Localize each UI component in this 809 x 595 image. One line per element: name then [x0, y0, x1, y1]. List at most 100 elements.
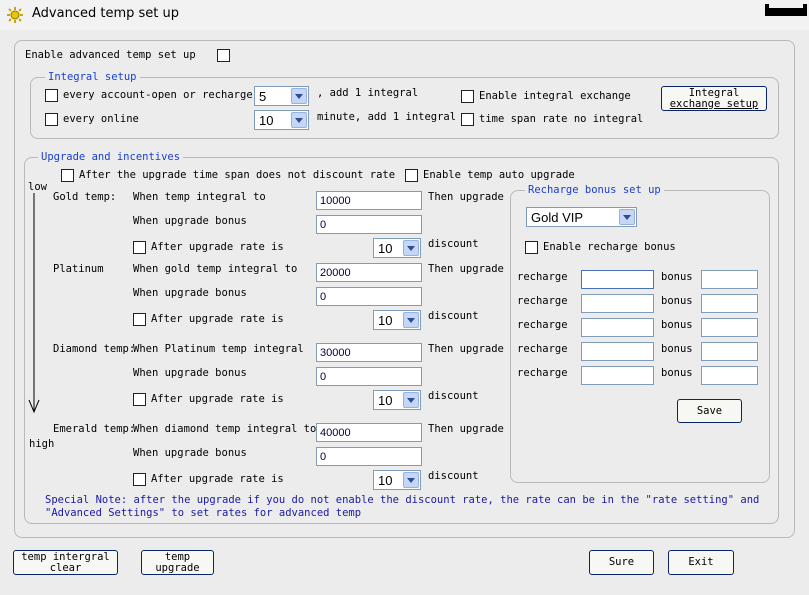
recharge-label: recharge [517, 295, 568, 307]
exchange-setup-button[interactable]: Integral exchange setup [661, 86, 767, 111]
temp-upgrade-label-2: upgrade [155, 561, 200, 574]
bonus-label: bonus [661, 271, 693, 283]
gold-bonus-label: When upgrade bonus [133, 215, 247, 227]
chevron-down-icon [619, 209, 635, 225]
chevron-down-icon [403, 472, 419, 488]
enable-advanced-label: Enable advanced temp set up [25, 49, 196, 61]
chevron-down-icon [291, 88, 307, 104]
bonus-label: bonus [661, 319, 693, 331]
diamond-condition: When Platinum temp integral [133, 343, 304, 355]
online-label: every online [63, 113, 139, 125]
exit-label: Exit [688, 556, 714, 568]
emerald-rate-value: 10 [378, 473, 393, 488]
emerald-rate-label: After upgrade rate is [151, 473, 284, 485]
emerald-discount-label: discount [428, 470, 479, 482]
gold-rate-select[interactable]: 10 [373, 238, 421, 258]
account-open-suffix: , add 1 integral [317, 87, 419, 99]
bonus-amount-input[interactable] [701, 294, 758, 313]
recharge-label: recharge [517, 367, 568, 379]
platinum-integral-input[interactable]: 20000 [316, 263, 422, 282]
chevron-down-icon [291, 112, 307, 128]
diamond-bonus-label: When upgrade bonus [133, 367, 247, 379]
account-open-label: every account-open or recharge [63, 89, 253, 101]
platinum-bonus-input[interactable]: 0 [316, 287, 422, 306]
gold-tier-name: Gold temp: [53, 191, 117, 203]
recharge-amount-input[interactable] [581, 294, 654, 313]
recharge-label: recharge [517, 343, 568, 355]
diamond-rate-value: 10 [378, 393, 393, 408]
bonus-label: bonus [661, 367, 693, 379]
bonus-label: bonus [661, 295, 693, 307]
bonus-amount-input[interactable] [701, 270, 758, 289]
diamond-rate-checkbox[interactable] [133, 393, 146, 406]
recharge-amount-input[interactable] [581, 318, 654, 337]
enable-recharge-checkbox[interactable] [525, 241, 538, 254]
no-integral-label: time span rate no integral [479, 113, 644, 125]
emerald-condition: When diamond temp integral to [133, 423, 317, 435]
gold-integral-input[interactable]: 10000 [316, 191, 422, 210]
platinum-rate-label: After upgrade rate is [151, 313, 284, 325]
platinum-rate-checkbox[interactable] [133, 313, 146, 326]
enable-advanced-checkbox[interactable] [217, 49, 230, 62]
recharge-amount-input[interactable] [581, 342, 654, 361]
sure-button[interactable]: Sure [589, 550, 654, 575]
temp-upgrade-label-1: temp [164, 550, 191, 563]
diamond-rate-label: After upgrade rate is [151, 393, 284, 405]
bonus-amount-input[interactable] [701, 318, 758, 337]
exchange-setup-label-2: exchange setup [669, 97, 759, 110]
diamond-bonus-input[interactable]: 0 [316, 367, 422, 386]
online-suffix: minute, add 1 integral [317, 111, 457, 123]
platinum-condition: When gold temp integral to [133, 263, 298, 275]
emerald-rate-select[interactable]: 10 [373, 470, 421, 490]
recharge-amount-input[interactable] [581, 270, 654, 289]
gold-bonus-input[interactable]: 0 [316, 215, 422, 234]
integral-setup-legend: Integral setup [45, 71, 140, 83]
emerald-integral-input[interactable]: 40000 [316, 423, 422, 442]
recharge-label: recharge [517, 271, 568, 283]
gold-rate-label: After upgrade rate is [151, 241, 284, 253]
enable-recharge-label: Enable recharge bonus [543, 241, 676, 253]
emerald-then-label: Then upgrade [428, 423, 504, 435]
emerald-tier-name: Emerald temp: [53, 423, 136, 435]
platinum-then-label: Then upgrade [428, 263, 504, 275]
diamond-rate-select[interactable]: 10 [373, 390, 421, 410]
gold-then-label: Then upgrade [428, 191, 504, 203]
bonus-amount-input[interactable] [701, 342, 758, 361]
auto-upgrade-checkbox[interactable] [405, 169, 418, 182]
emerald-bonus-input[interactable]: 0 [316, 447, 422, 466]
bonus-label: bonus [661, 343, 693, 355]
vip-level-value: Gold VIP [531, 210, 584, 225]
bonus-amount-input[interactable] [701, 366, 758, 385]
save-button[interactable]: Save [677, 399, 742, 423]
account-open-value: 5 [259, 89, 267, 104]
clear-integral-label-2: clear [49, 561, 82, 574]
high-label: high [29, 438, 55, 450]
no-discount-checkbox[interactable] [61, 169, 74, 182]
diamond-then-label: Then upgrade [428, 343, 504, 355]
gold-rate-checkbox[interactable] [133, 241, 146, 254]
online-select[interactable]: 10 [254, 110, 309, 130]
arrow-down-icon [28, 193, 40, 414]
chevron-down-icon [403, 312, 419, 328]
vip-level-select[interactable]: Gold VIP [526, 207, 637, 227]
platinum-rate-select[interactable]: 10 [373, 310, 421, 330]
diamond-integral-input[interactable]: 30000 [316, 343, 422, 362]
sure-label: Sure [608, 556, 635, 568]
diamond-discount-label: discount [428, 390, 479, 402]
emerald-rate-checkbox[interactable] [133, 473, 146, 486]
account-open-checkbox[interactable] [45, 89, 58, 102]
clear-integral-label-1: temp intergral [21, 550, 110, 563]
enable-exchange-checkbox[interactable] [461, 90, 474, 103]
recharge-amount-input[interactable] [581, 366, 654, 385]
clear-integral-button[interactable]: temp intergral clear [13, 550, 118, 575]
account-open-select[interactable]: 5 [254, 86, 309, 106]
exchange-setup-label-1: Integral [688, 86, 740, 99]
online-checkbox[interactable] [45, 113, 58, 126]
temp-upgrade-button[interactable]: temp upgrade [141, 550, 214, 575]
exit-button[interactable]: Exit [668, 550, 734, 575]
upgrade-legend: Upgrade and incentives [38, 151, 184, 163]
recharge-legend: Recharge bonus set up [525, 184, 664, 196]
enable-exchange-label: Enable integral exchange [479, 90, 631, 102]
close-icon[interactable] [765, 2, 807, 16]
no-integral-checkbox[interactable] [461, 113, 474, 126]
